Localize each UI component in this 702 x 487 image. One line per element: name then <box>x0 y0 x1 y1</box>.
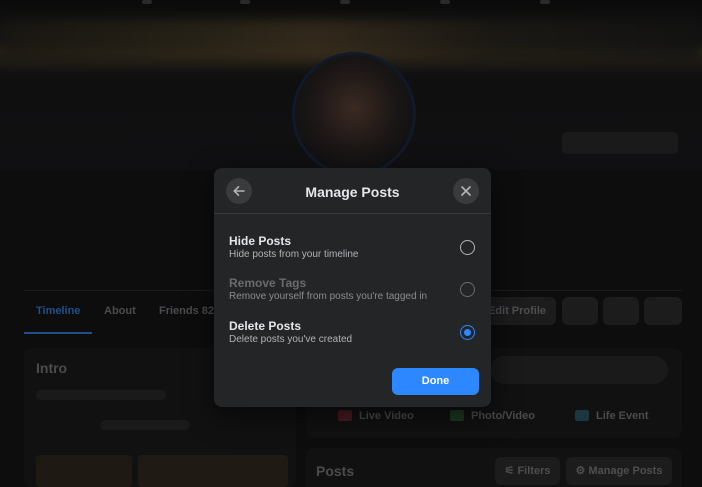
manage-posts-button: ⚙ Manage Posts <box>566 457 672 485</box>
composer-input <box>490 356 668 384</box>
gaming-icon <box>540 0 550 4</box>
filters-button: ⚟ Filters <box>495 457 560 485</box>
intro-title: Intro <box>36 360 68 376</box>
search-icon <box>603 297 639 325</box>
watch-icon <box>240 0 250 4</box>
delete-posts-option[interactable]: Delete Posts Delete posts you've created <box>214 319 491 353</box>
tab-timeline: Timeline <box>36 305 81 317</box>
photo-video-option: Photo/Video <box>450 410 535 422</box>
active-tab-indicator <box>24 332 92 334</box>
edit-cover-button <box>562 132 678 154</box>
flag-icon <box>575 410 589 421</box>
live-video-option: Live Video <box>338 410 414 422</box>
intro-photo <box>138 455 288 487</box>
tab-about: About <box>104 305 136 317</box>
posts-title: Posts <box>316 463 355 479</box>
gear-icon: ⚙ <box>575 465 589 477</box>
hide-posts-radio[interactable] <box>460 240 475 255</box>
eye-icon <box>562 297 598 325</box>
option-description: Hide posts from your timeline <box>229 249 359 260</box>
home-icon <box>142 0 152 4</box>
profile-avatar <box>292 52 416 176</box>
option-label: Delete Posts <box>229 319 302 333</box>
groups-icon <box>440 0 450 4</box>
sliders-icon: ⚟ <box>504 465 518 477</box>
dialog-title: Manage Posts <box>305 184 400 200</box>
dialog-header: Manage Posts <box>214 168 491 214</box>
option-label: Remove Tags <box>229 276 307 290</box>
remove-tags-radio[interactable] <box>460 282 475 297</box>
intro-edit-placeholder <box>100 420 190 430</box>
hide-posts-option[interactable]: Hide Posts Hide posts from your timeline <box>214 234 491 268</box>
marketplace-icon <box>340 0 350 4</box>
live-video-icon <box>338 410 352 421</box>
intro-bio-placeholder <box>36 390 166 400</box>
photo-icon <box>450 410 464 421</box>
delete-posts-radio[interactable] <box>460 325 475 340</box>
tab-friends: Friends 822 <box>159 305 221 317</box>
more-icon <box>644 297 682 325</box>
option-label: Hide Posts <box>229 234 292 248</box>
intro-photo <box>36 455 132 487</box>
close-icon <box>461 186 471 196</box>
done-button[interactable]: Done <box>392 368 479 395</box>
manage-posts-dialog: Manage Posts Hide Posts Hide posts from … <box>214 168 491 407</box>
top-nav <box>0 0 702 8</box>
life-event-option: Life Event <box>575 410 649 422</box>
close-button[interactable] <box>453 178 479 204</box>
remove-tags-option[interactable]: Remove Tags Remove yourself from posts y… <box>214 276 491 310</box>
option-description: Delete posts you've created <box>229 334 353 345</box>
option-description: Remove yourself from posts you're tagged… <box>229 291 428 302</box>
